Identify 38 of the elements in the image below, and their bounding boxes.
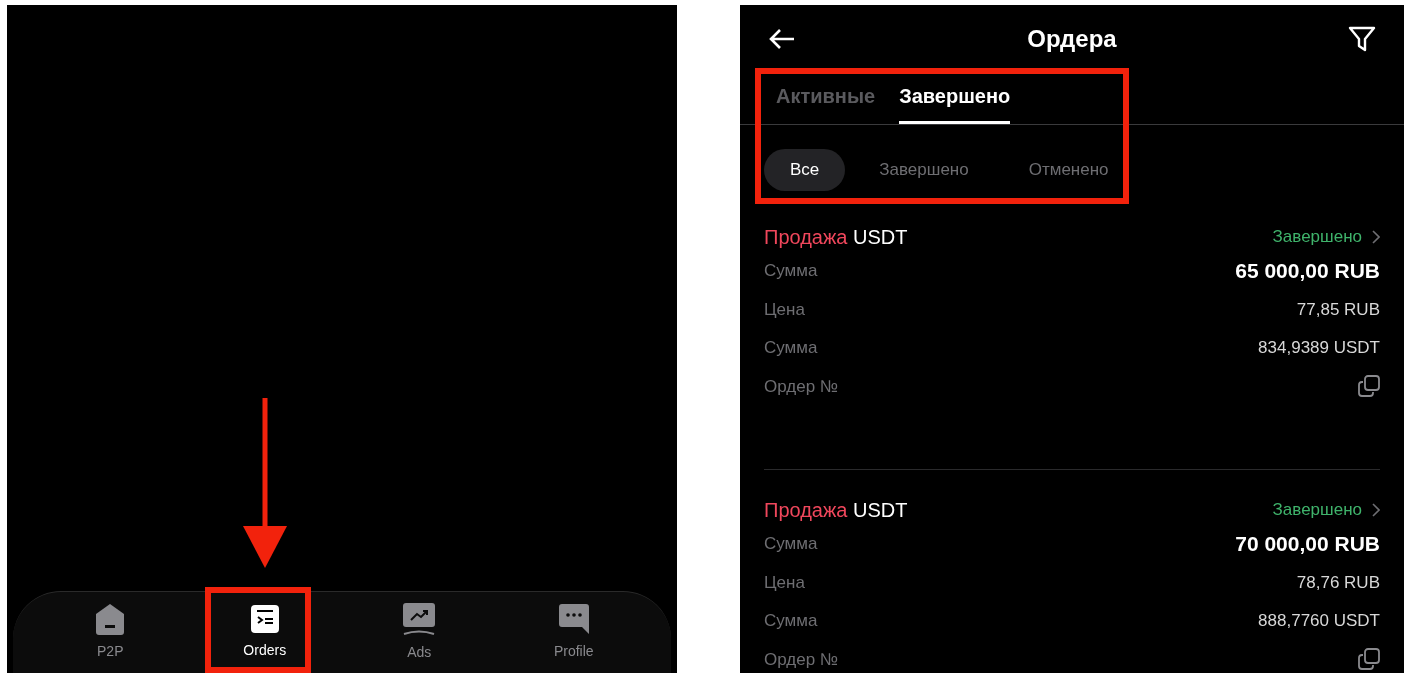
field-label: Сумма (764, 610, 818, 632)
field-label: Сумма (764, 260, 818, 282)
field-label: Сумма (764, 533, 818, 555)
chat-icon (557, 603, 590, 635)
tab[interactable]: Завершено (899, 81, 1011, 124)
field-value: 77,85 RUB (1296, 298, 1380, 321)
status-link[interactable]: Завершено (1272, 497, 1380, 523)
order-title: Продажа USDT (764, 225, 908, 250)
field-label: Ордер № (764, 648, 839, 671)
nav-tab[interactable]: Ads (379, 602, 460, 663)
field-value: 834,9389 USDT (1258, 337, 1380, 359)
chart-icon (401, 602, 438, 636)
tab[interactable]: Активные (776, 81, 876, 124)
field-value: 65 000,00 RUB (1235, 258, 1380, 284)
filter-icon[interactable] (1348, 26, 1376, 52)
order-title: Продажа USDT (764, 498, 908, 523)
field-value: 78,76 RUB (1296, 571, 1380, 594)
nav-tab[interactable]: P2P (70, 603, 151, 662)
field-label: Цена (764, 571, 805, 594)
chevron-right-icon (1372, 503, 1380, 517)
filter-chip[interactable]: Все (764, 149, 846, 191)
field-label: Сумма (764, 337, 818, 359)
nav-tab[interactable]: Orders (224, 604, 305, 661)
field-label: Ордер № (764, 375, 839, 398)
filter-chip[interactable]: Завершено (853, 149, 995, 191)
screen-title: Ордера (1027, 24, 1117, 54)
field-value: 70 000,00 RUB (1235, 531, 1380, 557)
copy-icon[interactable] (1358, 648, 1380, 671)
chevron-right-icon (1372, 230, 1380, 244)
filter-chip[interactable]: Отменено (1002, 149, 1135, 191)
copy-icon[interactable] (1358, 375, 1380, 398)
home-icon (95, 603, 126, 635)
field-value: 888,7760 USDT (1258, 610, 1380, 632)
orders-icon (249, 604, 280, 634)
nav-tab[interactable]: Profile (533, 603, 614, 662)
status-link[interactable]: Завершено (1272, 224, 1380, 250)
back-arrow-icon[interactable] (768, 27, 796, 51)
field-label: Цена (764, 298, 805, 321)
